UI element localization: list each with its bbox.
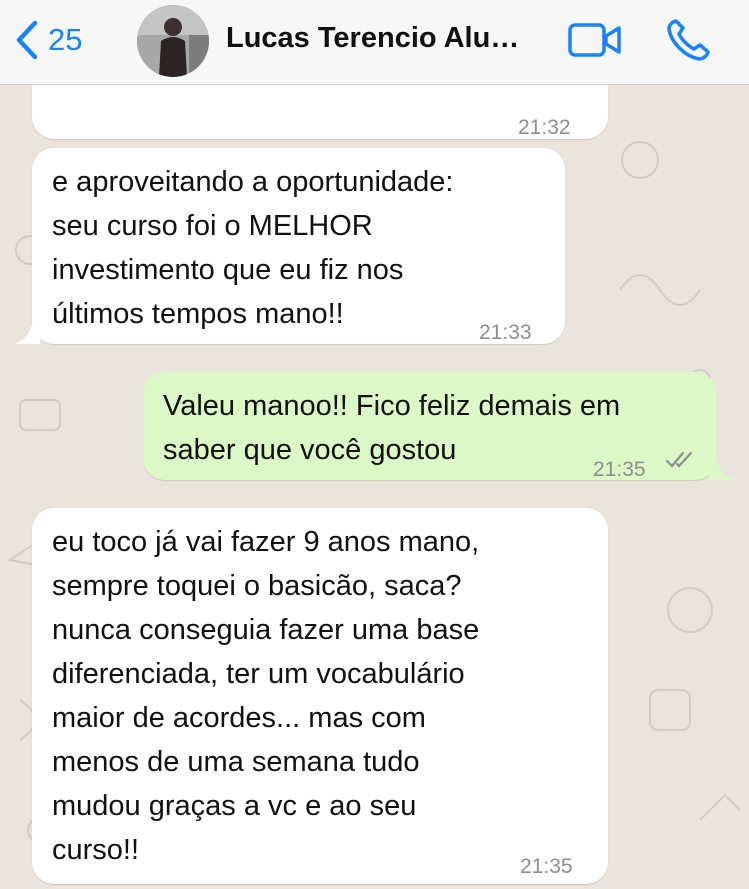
chevron-left-icon [16,20,38,60]
video-camera-icon [568,23,621,57]
unread-count: 25 [48,22,83,57]
message-time: 21:35 [593,458,646,481]
read-receipt-icon [665,451,693,468]
message-text: eu toco já vai fazer 9 anos mano, sempre… [52,526,480,866]
message-incoming[interactable]: e aproveitando a oportunidade: seu curso… [14,148,565,344]
message-time: 21:33 [479,321,532,344]
message-time: 21:32 [518,116,571,139]
voice-call-button[interactable] [666,18,712,62]
avatar-image [137,5,209,77]
message-outgoing[interactable]: Valeu manoo!! Fico feliz demais em saber… [143,372,735,481]
bubble-tail [709,456,735,480]
back-button[interactable]: 25 [14,18,82,62]
phone-icon [667,19,710,61]
chat-header: 25 Lucas Terencio Alu… [0,0,749,85]
message-text: e aproveitando a oportunidade: seu curso… [52,166,454,330]
message-incoming[interactable]: eu toco já vai fazer 9 anos mano, sempre… [32,508,608,884]
video-call-button[interactable] [568,22,622,58]
message-time: 21:35 [520,855,573,878]
bubble-tail [14,320,40,344]
message-text: Valeu manoo!! Fico feliz demais em saber… [163,390,621,466]
avatar[interactable] [137,5,209,77]
contact-name[interactable]: Lucas Terencio Alu… [226,22,519,55]
